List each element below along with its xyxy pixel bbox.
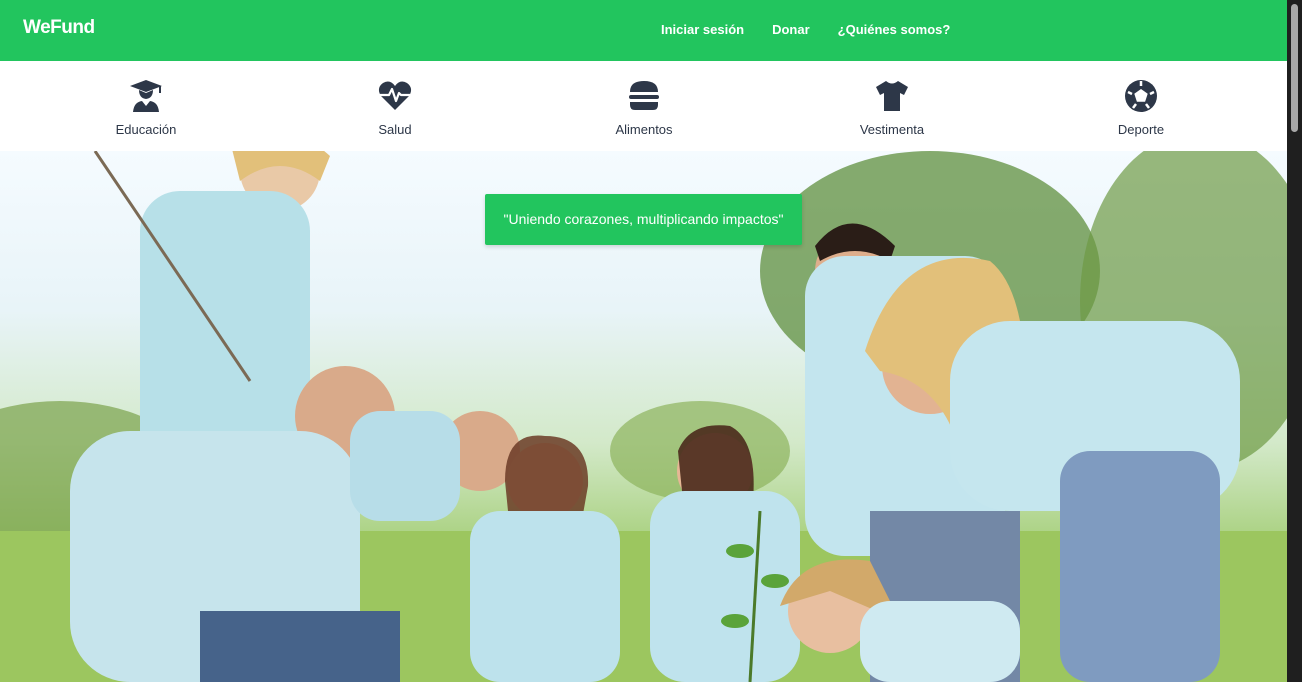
top-navbar: WeFund Iniciar sesión Donar ¿Quiénes som… [0,0,1287,61]
soccer-ball-icon [1125,80,1157,112]
scrollbar-thumb[interactable] [1291,4,1298,132]
category-education[interactable]: Educación [66,61,226,151]
nav-links: Iniciar sesión Donar ¿Quiénes somos? [661,22,950,37]
hero-section: "Uniendo corazones, multiplicando impact… [0,151,1287,682]
brand-logo[interactable]: WeFund [23,17,95,39]
category-sport[interactable]: Deporte [1061,61,1221,151]
page: WeFund Iniciar sesión Donar ¿Quiénes som… [0,0,1287,682]
category-label: Deporte [1117,122,1165,137]
graduate-icon [130,80,162,112]
heartbeat-icon [378,81,412,110]
category-label: Alimentos [615,122,673,137]
nav-link-donate[interactable]: Donar [772,22,810,37]
category-health[interactable]: Salud [315,61,475,151]
category-food[interactable]: Alimentos [564,61,724,151]
tshirt-icon [876,81,908,111]
category-bar: Educación Salud Alimentos Vestimenta Dep… [0,61,1287,151]
category-clothing[interactable]: Vestimenta [812,61,972,151]
hero-slogan: "Uniendo corazones, multiplicando impact… [485,194,802,245]
hamburger-icon [629,81,659,110]
scrollbar[interactable] [1287,0,1302,682]
nav-link-about[interactable]: ¿Quiénes somos? [838,22,951,37]
nav-link-login[interactable]: Iniciar sesión [661,22,744,37]
category-label: Vestimenta [859,122,925,137]
category-label: Salud [378,122,412,137]
category-label: Educación [115,122,177,137]
